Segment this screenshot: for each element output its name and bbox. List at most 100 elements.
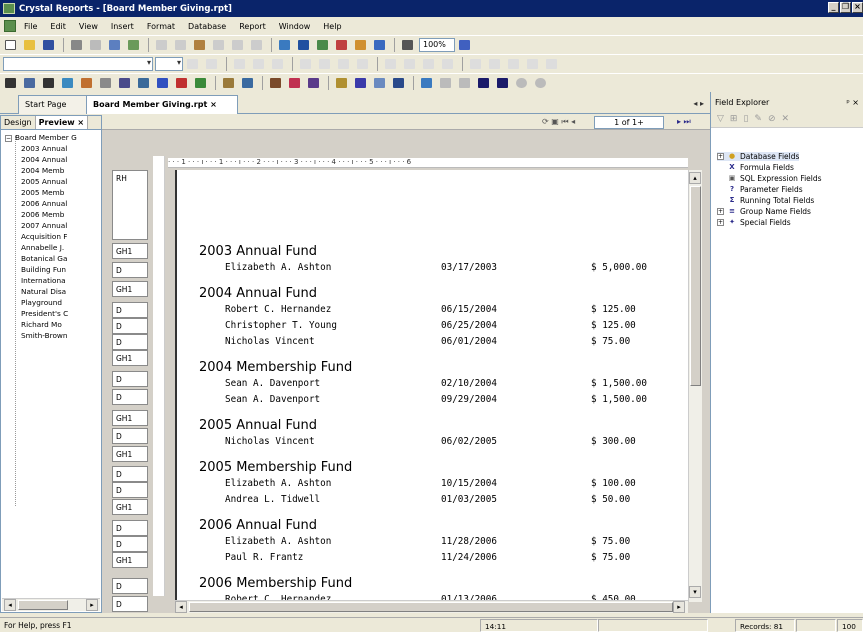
insert-group-icon[interactable] xyxy=(22,76,37,90)
print-icon[interactable] xyxy=(69,38,84,52)
dependency-icon[interactable] xyxy=(353,38,368,52)
percent-icon[interactable] xyxy=(506,57,521,71)
formula-workshop-icon[interactable] xyxy=(306,76,321,90)
tree-item[interactable]: Internationa xyxy=(21,276,109,285)
forward-icon[interactable] xyxy=(533,76,548,90)
close-tab-icon[interactable]: × xyxy=(210,100,217,109)
tree-item[interactable]: 2006 Memb xyxy=(21,210,109,219)
menu-view[interactable]: View xyxy=(79,22,98,31)
next-page-icon[interactable] xyxy=(476,76,491,90)
tree-item[interactable]: 2006 Annual xyxy=(21,199,109,208)
section-label[interactable]: D xyxy=(112,428,148,444)
pin-close-icon[interactable]: ᵖ × xyxy=(846,98,859,107)
close-button[interactable]: × xyxy=(852,2,863,13)
insert-line-icon[interactable] xyxy=(117,76,132,90)
menu-file[interactable]: File xyxy=(24,22,37,31)
tree-item[interactable]: 2007 Annual xyxy=(21,221,109,230)
help-icon[interactable] xyxy=(457,38,472,52)
section-label[interactable]: D xyxy=(112,389,148,405)
field-tree-item[interactable]: + ≡ Group Name Fields xyxy=(717,207,811,216)
tree-item[interactable]: Building Fun xyxy=(21,265,109,274)
tree-scroll-thumb[interactable] xyxy=(18,600,68,610)
justify-icon[interactable] xyxy=(355,57,370,71)
first-page-icon[interactable] xyxy=(438,76,453,90)
field-tree-item[interactable]: + ● Database Fields xyxy=(717,152,800,161)
tree-root[interactable]: − Board Member G xyxy=(5,133,93,142)
shrink-font-icon[interactable] xyxy=(204,57,219,71)
thousands-icon[interactable] xyxy=(487,57,502,71)
section-label[interactable]: D xyxy=(112,596,148,612)
field-tree-item[interactable]: ? Parameter Fields xyxy=(727,185,803,194)
tree-item[interactable]: 2004 Annual xyxy=(21,155,109,164)
font-color-icon[interactable] xyxy=(383,57,398,71)
vertical-scroll-thumb[interactable] xyxy=(690,186,701,386)
tree-scroll-left-icon[interactable]: ◂ xyxy=(4,599,16,611)
grow-font-icon[interactable] xyxy=(185,57,200,71)
section-label[interactable]: RH xyxy=(112,170,148,240)
field-explorer-icon[interactable] xyxy=(296,38,311,52)
section-label[interactable]: D xyxy=(112,262,148,278)
sort-expert-icon[interactable] xyxy=(240,76,255,90)
back-icon[interactable] xyxy=(514,76,529,90)
tree-item[interactable]: Acquisition F xyxy=(21,232,109,241)
paste-icon[interactable] xyxy=(192,38,207,52)
italic-icon[interactable] xyxy=(251,57,266,71)
scroll-down-icon[interactable]: ▾ xyxy=(689,586,701,598)
currency-icon[interactable] xyxy=(468,57,483,71)
align-right-icon[interactable] xyxy=(336,57,351,71)
field-tree-item[interactable]: Σ Running Total Fields xyxy=(727,196,815,205)
print-preview-icon[interactable] xyxy=(88,38,103,52)
align-center-icon[interactable] xyxy=(317,57,332,71)
section-label[interactable]: GH1 xyxy=(112,446,148,462)
insert-subreport-icon[interactable] xyxy=(98,76,113,90)
insert-text-object-icon[interactable] xyxy=(3,76,18,90)
export-icon[interactable] xyxy=(107,38,122,52)
insert-box-icon[interactable] xyxy=(136,76,151,90)
new-icon[interactable] xyxy=(3,38,18,52)
tab-start-page[interactable]: Start Page xyxy=(18,95,88,114)
menu-edit[interactable]: Edit xyxy=(50,22,66,31)
section-label[interactable]: D xyxy=(112,318,148,334)
zoom-combo[interactable]: 100% xyxy=(419,38,455,52)
tree-item[interactable]: Natural Disa xyxy=(21,287,109,296)
section-label[interactable]: GH1 xyxy=(112,410,148,426)
highlight-icon[interactable] xyxy=(372,76,387,90)
menu-database[interactable]: Database xyxy=(188,22,226,31)
repository-icon[interactable] xyxy=(334,38,349,52)
refresh-icon[interactable] xyxy=(419,76,434,90)
field-tree-item[interactable]: ▣ SQL Expression Fields xyxy=(727,174,822,183)
tree-item[interactable]: Playground xyxy=(21,298,109,307)
section-label[interactable]: D xyxy=(112,302,148,318)
select-expert-icon[interactable] xyxy=(268,76,283,90)
tab-scroll-arrows[interactable]: ◂ ▸ xyxy=(693,99,704,108)
underline-icon[interactable] xyxy=(270,57,285,71)
tree-item[interactable]: Annabelle J. xyxy=(21,243,109,252)
font-size-combo[interactable] xyxy=(155,57,183,71)
tree-item[interactable]: Smith-Brown xyxy=(21,331,109,340)
toolbox-icon[interactable] xyxy=(277,38,292,52)
section-label[interactable]: D xyxy=(112,482,148,498)
increase-decimals-icon[interactable] xyxy=(525,57,540,71)
bold-icon[interactable] xyxy=(232,57,247,71)
section-label[interactable]: D xyxy=(112,466,148,482)
section-label[interactable]: D xyxy=(112,371,148,387)
section-label[interactable]: D xyxy=(112,520,148,536)
menu-format[interactable]: Format xyxy=(147,22,175,31)
open-icon[interactable] xyxy=(22,38,37,52)
field-tree-item[interactable]: + ✦ Special Fields xyxy=(717,218,791,227)
font-name-combo[interactable] xyxy=(3,57,153,71)
border-icon[interactable] xyxy=(402,57,417,71)
section-label[interactable]: D xyxy=(112,334,148,350)
document-icon[interactable] xyxy=(4,20,16,32)
database-expert-icon[interactable] xyxy=(334,76,349,90)
align-left-icon[interactable] xyxy=(298,57,313,71)
format-painter-icon[interactable] xyxy=(211,38,226,52)
horizontal-scroll-thumb[interactable] xyxy=(189,602,673,612)
report-explorer-icon[interactable] xyxy=(315,38,330,52)
redo-icon[interactable] xyxy=(249,38,264,52)
section-label[interactable]: GH1 xyxy=(112,552,148,568)
nav-next-icon[interactable]: ▸ ⏭ xyxy=(677,117,691,127)
copy-icon[interactable] xyxy=(173,38,188,52)
scroll-left-icon[interactable]: ◂ xyxy=(175,601,187,613)
minimize-button[interactable]: _ xyxy=(828,2,839,13)
